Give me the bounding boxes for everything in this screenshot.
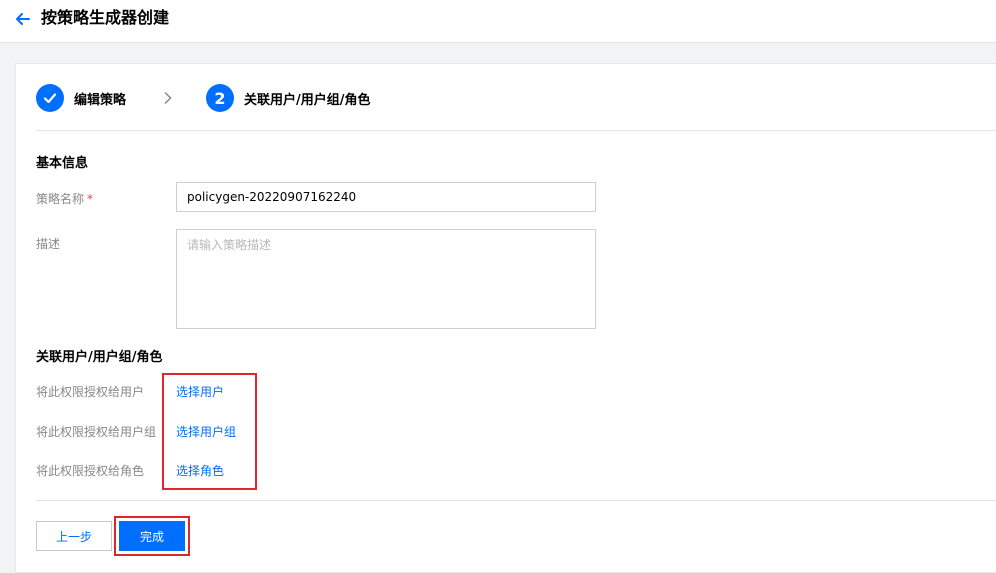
highlight-frame-links xyxy=(162,373,257,490)
done-button[interactable]: 完成 xyxy=(119,521,185,551)
grant-user-label: 将此权限授权给用户 xyxy=(36,385,145,399)
step-1-label: 编辑策略 xyxy=(74,93,127,108)
prev-step-button[interactable]: 上一步 xyxy=(36,521,112,551)
grant-role-label: 将此权限授权给角色 xyxy=(36,464,145,478)
policy-name-label: 策略名称 * xyxy=(36,190,93,207)
step-2-label: 关联用户/用户组/角色 xyxy=(244,93,371,108)
chevron-right-icon xyxy=(160,90,176,106)
policy-name-label-text: 策略名称 xyxy=(36,192,85,206)
association-title: 关联用户/用户组/角色 xyxy=(36,350,163,365)
arrow-left-icon[interactable] xyxy=(13,9,33,29)
description-textarea[interactable] xyxy=(176,229,596,329)
top-bar: 按策略生成器创建 xyxy=(0,0,996,43)
page-title: 按策略生成器创建 xyxy=(41,8,170,27)
step-2-number: 2 xyxy=(206,84,234,112)
grant-group-label: 将此权限授权给用户组 xyxy=(36,425,157,439)
basic-info-title: 基本信息 xyxy=(36,156,89,171)
divider xyxy=(36,500,996,501)
main-card: 编辑策略 2 关联用户/用户组/角色 基本信息 策略名称 * policygen-… xyxy=(15,63,996,573)
divider xyxy=(36,130,996,131)
description-label: 描述 xyxy=(36,237,61,251)
check-icon xyxy=(43,93,57,104)
required-mark: * xyxy=(87,192,94,206)
policy-name-input[interactable]: policygen-20220907162240 xyxy=(176,182,596,212)
step-1-done xyxy=(36,84,64,112)
